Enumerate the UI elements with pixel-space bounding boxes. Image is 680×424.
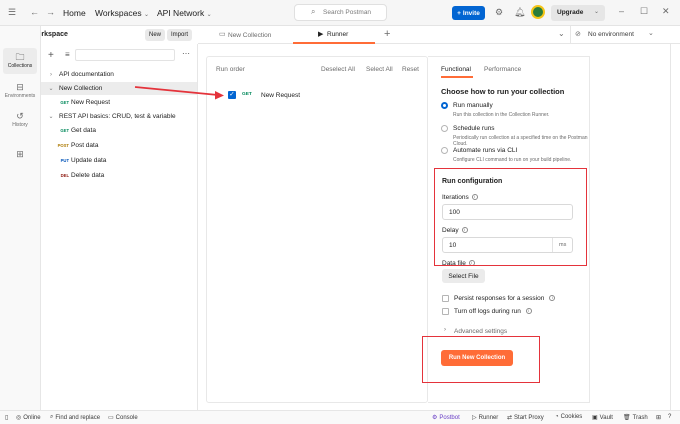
trash-label: Trash xyxy=(632,414,648,421)
online-label: Online xyxy=(23,414,41,421)
console-button[interactable]: ▭ Console xyxy=(108,414,138,422)
arrow-head xyxy=(215,91,224,100)
help-button[interactable]: ? xyxy=(668,414,671,420)
online-status[interactable]: ◎ Online xyxy=(16,414,41,422)
start-proxy-label: Start Proxy xyxy=(514,414,544,421)
cookies-button[interactable]: ◔ Cookies xyxy=(555,414,582,420)
console-icon: ▭ xyxy=(108,415,114,421)
sidebar-toggle-icon: ▯ xyxy=(5,415,9,421)
runner-label: Runner xyxy=(478,414,499,421)
trash-icon: 🗑︎ xyxy=(623,415,631,421)
cookies-label: Cookies xyxy=(560,414,583,420)
layout-icon: ⊞ xyxy=(656,415,662,421)
status-bar: ▯ ◎ Online ⌕ Find and replace ▭ Console ⚙ Po… xyxy=(0,410,680,424)
find-replace-button[interactable]: ⌕ Find and replace xyxy=(50,414,100,421)
vault-button[interactable]: ▣ Vault xyxy=(592,414,613,422)
help-icon: ? xyxy=(668,414,672,420)
sidebar-toggle[interactable]: ▯ xyxy=(5,414,8,421)
search-icon: ⌕ xyxy=(50,414,54,420)
cookie-icon: ◔ xyxy=(555,414,559,420)
layout-toggle[interactable]: ⊞ xyxy=(656,414,661,421)
annotation-arrow xyxy=(134,86,224,100)
find-replace-label: Find and replace xyxy=(55,414,101,421)
postbot-button[interactable]: ⚙ Postbot xyxy=(432,414,460,422)
vault-label: Vault xyxy=(599,414,613,421)
console-label: Console xyxy=(115,414,138,421)
runner-icon: ▷ xyxy=(472,415,477,421)
arrow-line xyxy=(134,86,219,96)
start-proxy-button[interactable]: ⇄ Start Proxy xyxy=(507,414,544,422)
postbot-label: Postbot xyxy=(439,414,460,421)
runner-button[interactable]: ▷ Runner xyxy=(472,414,499,422)
online-icon: ◎ xyxy=(16,415,22,421)
vault-icon: ▣ xyxy=(592,415,598,421)
trash-button[interactable]: 🗑︎ Trash xyxy=(623,414,648,422)
postbot-icon: ⚙ xyxy=(432,415,438,421)
proxy-icon: ⇄ xyxy=(507,415,513,421)
